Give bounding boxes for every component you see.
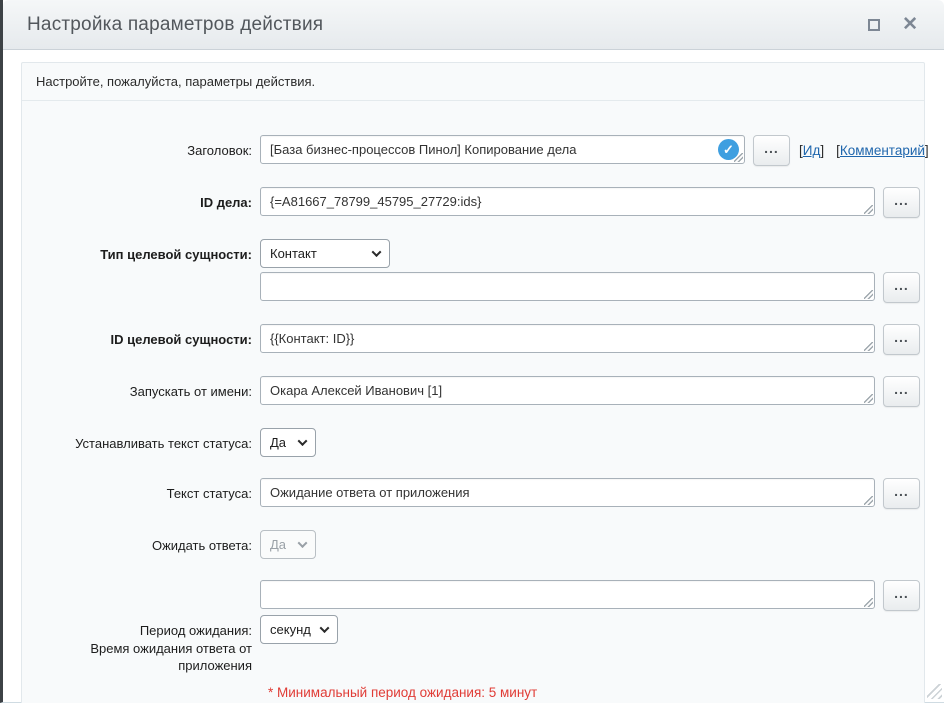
min-period-note: * Минимальный период ожидания: 5 минут [268,684,538,700]
id-link-text[interactable]: Ид [803,143,821,158]
entity-type-select-value: Контакт [270,246,317,261]
row-wait-period: Период ожидания: Время ожидания ответа о… [22,615,924,675]
set-status-label: Устанавливать текст статуса: [75,436,252,451]
wait-reply-select-disabled: Да [260,530,316,559]
case-id-input-value: {=A81667_78799_45795_27729:ids} [270,194,482,209]
entity-id-input-value: {{Контакт: ID}} [270,331,355,346]
case-id-picker-button[interactable]: ... [883,187,920,218]
chevron-down-icon [297,538,308,549]
title-input-value: [База бизнес-процессов Пинол] Копировани… [270,142,577,157]
spacer-label [22,272,260,279]
maximize-icon[interactable] [868,18,881,31]
run-as-label: Запускать от имени: [129,384,252,399]
status-text-input-value: Ожидание ответа от приложения [270,485,470,500]
status-text-input[interactable]: Ожидание ответа от приложения [260,478,875,507]
set-status-select-value: Да [270,435,287,450]
bracket: ] [924,143,929,158]
dialog-body: Настройте, пожалуйста, параметры действи… [3,50,944,703]
run-as-input[interactable]: Окара Алексей Иванович [1] [260,376,875,405]
title-picker-button[interactable]: ... [753,135,790,166]
entity-id-picker-button[interactable]: ... [883,324,920,355]
entity-type-picker-button[interactable]: ... [883,272,920,303]
case-id-label: ID дела: [200,195,252,210]
row-wait-extra: ... [22,580,924,611]
resize-grip-icon[interactable] [864,290,873,299]
wait-period-unit-select[interactable]: секунд [260,615,338,644]
wait-reply-label: Ожидать ответа: [151,538,252,553]
run-as-picker-button[interactable]: ... [883,376,920,407]
row-status-text: Текст статуса: Ожидание ответа от прилож… [22,478,924,509]
row-title: Заголовок: [База бизнес-процессов Пинол]… [22,135,929,166]
set-status-select[interactable]: Да [260,428,316,457]
run-as-input-value: Окара Алексей Иванович [1] [270,383,443,398]
wait-period-label-line2: Время ожидания ответа от [90,640,252,656]
comment-link-text[interactable]: Комментарий [840,143,925,158]
comment-link[interactable]: [Комментарий] [836,143,929,158]
wait-extra-picker-button[interactable]: ... [883,580,920,611]
chevron-down-icon [371,247,382,258]
resize-grip-icon[interactable] [864,496,873,505]
case-id-input[interactable]: {=A81667_78799_45795_27729:ids} [260,187,875,216]
insert-links: [Ид] [Комментарий] [799,135,929,158]
row-case-id: ID дела: {=A81667_78799_45795_27729:ids}… [22,187,924,218]
chevron-down-icon [297,436,308,447]
dialog-titlebar: Настройка параметров действия ✕ [3,0,944,50]
status-text-picker-button[interactable]: ... [883,478,920,509]
entity-type-extra-input[interactable] [260,272,875,301]
id-link[interactable]: [Ид] [799,143,824,158]
chevron-down-icon [319,623,330,634]
close-icon[interactable]: ✕ [902,15,918,34]
wait-period-label-line1: Период ожидания: [139,623,252,638]
entity-type-select[interactable]: Контакт [260,239,390,268]
row-entity-id: ID целевой сущности: {{Контакт: ID}} ... [22,324,924,355]
entity-type-label: Тип целевой сущности: [100,247,252,262]
wait-period-unit-value: секунд [270,622,311,637]
row-entity-type-extra: ... [22,272,924,303]
spacer-label [22,580,260,587]
row-set-status: Устанавливать текст статуса: Да [22,428,924,457]
wait-reply-select-value: Да [270,537,287,552]
title-label: Заголовок: [187,143,252,158]
resize-grip-icon[interactable] [734,153,743,162]
entity-id-label: ID целевой сущности: [110,332,252,347]
resize-grip-icon[interactable] [864,394,873,403]
entity-id-input[interactable]: {{Контакт: ID}} [260,324,875,353]
wait-extra-input[interactable] [260,580,875,609]
window-resize-grip[interactable] [927,684,942,699]
resize-grip-icon[interactable] [864,342,873,351]
window-controls: ✕ [868,15,918,34]
resize-grip-icon[interactable] [864,205,873,214]
wait-period-label: Период ожидания: Время ожидания ответа о… [22,615,260,675]
info-message: Настройте, пожалуйста, параметры действи… [22,63,924,101]
form-panel: Настройте, пожалуйста, параметры действи… [21,62,929,703]
dialog-title: Настройка параметров действия [27,13,324,35]
title-input[interactable]: [База бизнес-процессов Пинол] Копировани… [260,135,745,164]
status-text-label: Текст статуса: [166,486,252,501]
bracket: ] [820,143,825,158]
row-run-as: Запускать от имени: Окара Алексей Иванов… [22,376,924,407]
dialog-window: Настройка параметров действия ✕ Настройт… [0,0,944,703]
row-wait-reply: Ожидать ответа: Да [22,530,924,559]
resize-grip-icon[interactable] [864,598,873,607]
parameters-form: Заголовок: [База бизнес-процессов Пинол]… [22,101,929,703]
wait-period-label-line3: приложения [178,658,252,674]
row-entity-type: Тип целевой сущности: Контакт [22,239,924,268]
